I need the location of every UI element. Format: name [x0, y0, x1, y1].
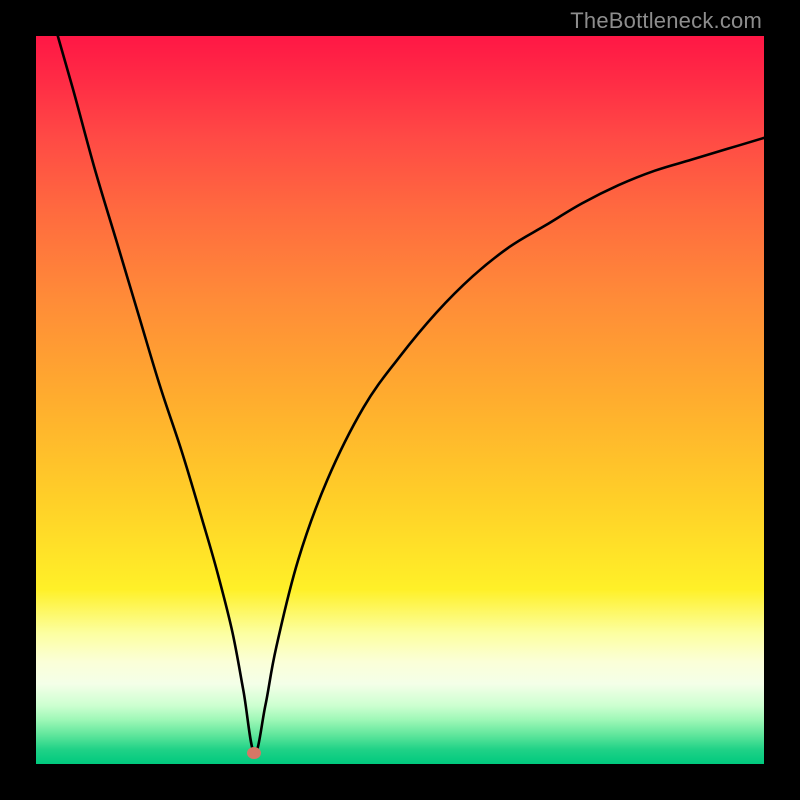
bottleneck-curve: [58, 36, 764, 753]
curve-svg: [36, 36, 764, 764]
plot-area: [36, 36, 764, 764]
watermark-text: TheBottleneck.com: [570, 8, 762, 34]
minimum-point-marker: [247, 747, 261, 759]
chart-frame: TheBottleneck.com: [0, 0, 800, 800]
